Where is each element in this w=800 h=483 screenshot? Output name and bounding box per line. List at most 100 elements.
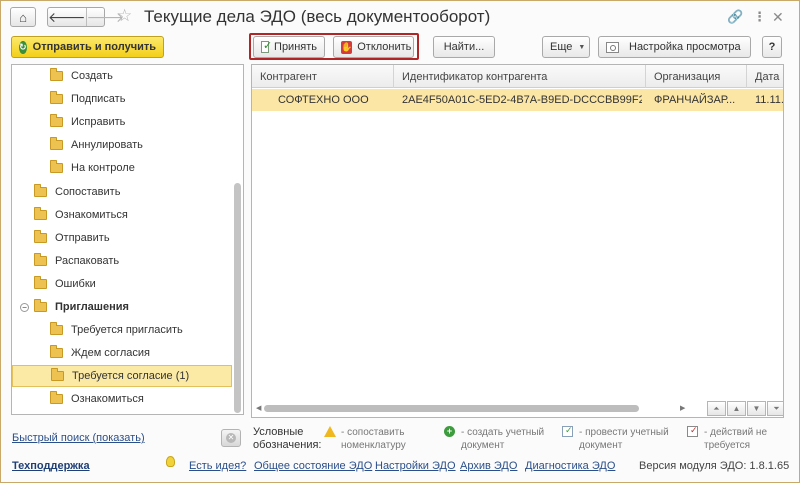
- scroll-to-top-button[interactable]: ⏶: [707, 401, 726, 416]
- plus-circle-icon: +: [444, 426, 455, 437]
- more-button[interactable]: Еще ▼: [542, 36, 590, 58]
- tree-item-label: Требуется пригласить: [71, 324, 183, 337]
- back-button[interactable]: 🡐: [48, 8, 86, 26]
- tree-item-label: Распаковать: [55, 254, 120, 267]
- tree-item-label: Исправить: [71, 116, 126, 129]
- find-button[interactable]: Найти...: [433, 36, 495, 58]
- tree-item-label: Требуется согласие (1): [72, 370, 190, 383]
- edo-settings-link[interactable]: Настройки ЭДО: [375, 460, 456, 472]
- column-header-counterparty[interactable]: Контрагент: [252, 65, 394, 88]
- tree-item[interactable]: Исправить: [12, 111, 232, 133]
- cell-date: 11.11.2: [755, 94, 784, 106]
- column-header-counterparty-id[interactable]: Идентификатор контрагента: [394, 65, 646, 88]
- chain-link-icon[interactable]: 🔗: [727, 9, 743, 25]
- window-title: Текущие дела ЭДО (весь документооборот): [144, 7, 491, 26]
- help-button[interactable]: ?: [762, 36, 782, 58]
- table-row[interactable]: СОФТЕХНО ООО 2AE4F50A01C-5ED2-4B7A-B9ED-…: [252, 89, 784, 111]
- clear-icon: ✕: [226, 433, 236, 443]
- cell-counterparty-id: 2AE4F50A01C-5ED2-4B7A-B9ED-DCCCBB99F2...: [402, 94, 642, 106]
- main-window: ⌂ 🡐 🡒 ☆ Текущие дела ЭДО (весь документо…: [0, 0, 800, 483]
- tree-item-label: Сопоставить: [55, 185, 121, 198]
- tree-item[interactable]: Распаковать: [12, 250, 232, 272]
- scroll-left-icon[interactable]: ◀: [256, 404, 261, 412]
- tree-item-label: Ознакомиться: [71, 393, 144, 406]
- tree-item[interactable]: Ждем согласия: [12, 342, 232, 364]
- folder-icon: [50, 160, 63, 174]
- clear-filter-button[interactable]: ✕: [221, 429, 241, 447]
- cell-organization: ФРАНЧАЙЗАР...: [654, 94, 736, 106]
- tree-item-label: Ждем согласия: [71, 347, 150, 360]
- folder-icon: [50, 68, 63, 81]
- tree-item[interactable]: Аннулировать: [12, 134, 232, 156]
- tree-scrollbar[interactable]: [234, 183, 241, 413]
- house-icon: ⌂: [19, 9, 27, 25]
- refresh-icon: ↻: [19, 40, 27, 54]
- folder-icon: [50, 91, 63, 105]
- legend-item-no-action: - действий не требуется: [704, 427, 768, 451]
- table-horizontal-scrollbar[interactable]: [264, 405, 639, 412]
- legend-item-map: - сопоставить номенклатуру: [341, 427, 406, 451]
- idea-link[interactable]: Есть идея?: [189, 460, 246, 472]
- tree-item[interactable]: Ошибки: [12, 273, 232, 295]
- legend-title: Условные обозначения:: [253, 426, 322, 451]
- scroll-right-icon[interactable]: ▶: [680, 404, 685, 412]
- edo-diagnostics-link[interactable]: Диагностика ЭДО: [525, 460, 615, 472]
- folder-icon: [34, 206, 47, 220]
- lightbulb-icon: [166, 456, 175, 467]
- collapse-icon[interactable]: −: [20, 302, 29, 312]
- star-icon[interactable]: ☆: [117, 6, 132, 26]
- vertical-dots-icon[interactable]: ⋮: [753, 9, 766, 25]
- clipboard-check-icon: [687, 425, 698, 437]
- folder-icon: [34, 183, 47, 197]
- tree-item[interactable]: На контроле: [12, 157, 232, 179]
- legend-item-create: - создать учетный документ: [461, 427, 545, 451]
- post-document-icon: [562, 425, 573, 437]
- folder-icon: [34, 252, 47, 266]
- scroll-to-bottom-button[interactable]: ⏷: [767, 401, 783, 416]
- title-bar: ⌂ 🡐 🡒 ☆ Текущие дела ЭДО (весь документо…: [1, 1, 799, 33]
- tree-item-label: Ошибки: [55, 277, 96, 290]
- tree-item-label: Приглашения: [55, 301, 129, 313]
- accept-button[interactable]: Принять: [253, 36, 325, 58]
- edo-archive-link[interactable]: Архив ЭДО: [460, 460, 517, 472]
- tree-item[interactable]: Требуется пригласить: [12, 319, 232, 341]
- tree-item[interactable]: Отправить: [12, 227, 232, 249]
- arrow-down-icon: ▼: [752, 404, 761, 413]
- home-button[interactable]: ⌂: [10, 7, 36, 27]
- double-up-icon: ⏶: [713, 403, 720, 413]
- folder-icon: [50, 391, 63, 405]
- tree-item[interactable]: Подписать: [12, 88, 232, 110]
- legend-item-post: - провести учетный документ: [579, 427, 669, 451]
- reject-button[interactable]: ✋ Отклонить: [333, 36, 414, 58]
- arrow-up-icon: ▲: [732, 404, 741, 413]
- tree-item[interactable]: − Приглашения: [12, 296, 232, 318]
- folder-icon: [50, 137, 63, 151]
- tree-item[interactable]: Требуется согласие (1): [12, 365, 232, 388]
- chevron-down-icon: ▼: [578, 43, 586, 51]
- cell-counterparty: СОФТЕХНО ООО: [278, 94, 369, 106]
- support-link[interactable]: Техподдержка: [12, 460, 90, 472]
- folder-icon: [34, 275, 47, 289]
- tree-item[interactable]: Ознакомиться: [12, 204, 232, 226]
- documents-table[interactable]: Контрагент Идентификатор контрагента Орг…: [251, 64, 784, 418]
- tree-item[interactable]: Сопоставить: [12, 181, 232, 203]
- tree-item[interactable]: Ознакомиться: [12, 388, 232, 410]
- folder-tree[interactable]: Создать Подписать Исправить Аннулировать На …: [11, 64, 244, 415]
- folder-icon: [34, 229, 47, 243]
- close-icon[interactable]: ✕: [772, 9, 784, 26]
- scroll-up-button[interactable]: ▲: [727, 401, 746, 416]
- view-settings-icon: [606, 41, 619, 53]
- column-header-organization[interactable]: Организация: [646, 65, 747, 88]
- tree-item-label: На контроле: [71, 162, 135, 175]
- send-receive-button[interactable]: ↻ Отправить и получить: [11, 36, 164, 58]
- column-header-date[interactable]: Дата п: [747, 65, 783, 88]
- tree-item-label: Аннулировать: [71, 139, 143, 152]
- scroll-down-button[interactable]: ▼: [747, 401, 766, 416]
- quick-search-link[interactable]: Быстрый поиск (показать): [12, 432, 145, 444]
- edo-status-link[interactable]: Общее состояние ЭДО: [254, 460, 372, 472]
- history-navigation: 🡐 🡒: [47, 7, 124, 27]
- module-version: Версия модуля ЭДО: 1.8.1.65: [639, 460, 790, 472]
- tree-item[interactable]: Создать: [12, 65, 232, 87]
- view-settings-button[interactable]: Настройка просмотра: [598, 36, 751, 58]
- folder-icon: [50, 114, 63, 128]
